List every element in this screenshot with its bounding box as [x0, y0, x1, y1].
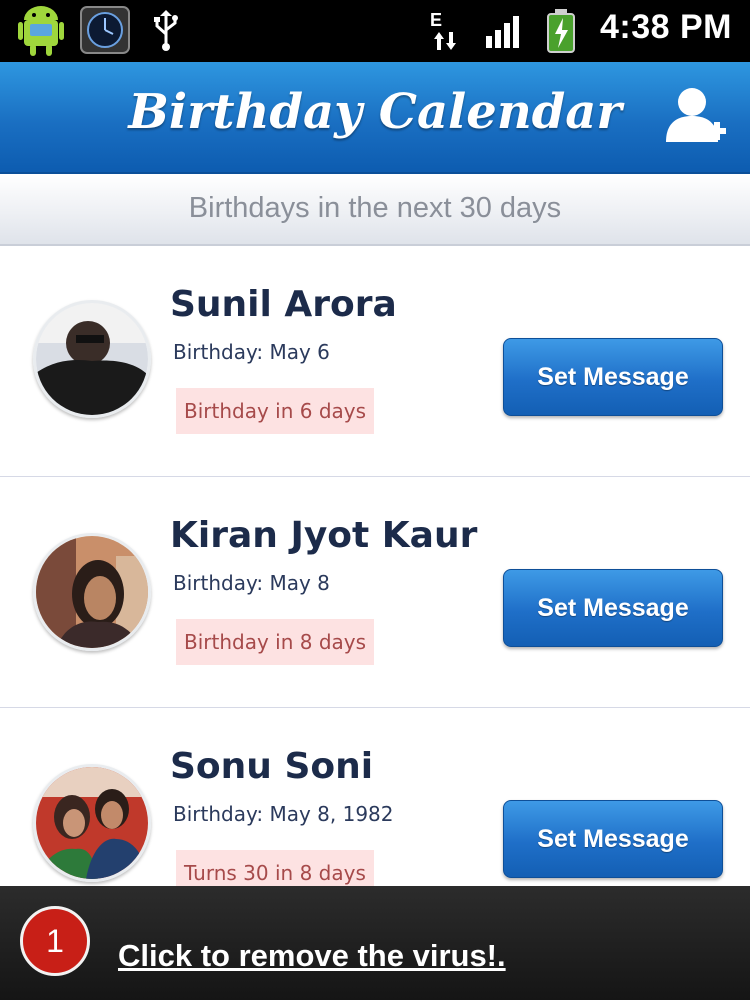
notification-count-badge: 1	[20, 906, 90, 976]
contact-name: Sonu Soni	[170, 746, 374, 787]
battery-icon	[547, 9, 575, 53]
clock-app-icon	[80, 6, 130, 54]
birthday-date: Birthday: May 6	[173, 340, 330, 364]
avatar	[33, 764, 151, 882]
app-bar: Birthday Calendar	[0, 62, 750, 174]
android-icon	[18, 6, 64, 56]
app-title: Birthday Calendar	[128, 84, 622, 140]
contact-name: Sunil Arora	[170, 284, 397, 325]
set-message-button[interactable]: Set Message	[503, 569, 723, 647]
signal-icon	[486, 16, 519, 48]
set-message-button[interactable]: Set Message	[503, 338, 723, 416]
notification-bar[interactable]: 1 Click to remove the virus!.	[0, 886, 750, 1000]
avatar	[33, 533, 151, 651]
status-bar: E 4:38 PM	[0, 0, 750, 62]
edge-data-icon: E	[424, 10, 460, 54]
contact-name: Kiran Jyot Kaur	[170, 515, 478, 556]
avatar	[33, 300, 151, 418]
remove-virus-link[interactable]: Click to remove the virus!.	[118, 940, 506, 971]
set-message-button[interactable]: Set Message	[503, 800, 723, 878]
network-type-label: E	[430, 10, 443, 30]
section-header-text: Birthdays in the next 30 days	[188, 192, 562, 224]
usb-icon	[154, 10, 178, 51]
birthday-list: Sunil Arora Birthday: May 6 Birthday in …	[0, 246, 750, 886]
birthday-date: Birthday: May 8	[173, 571, 330, 595]
birthday-date: Birthday: May 8, 1982	[173, 802, 394, 826]
add-contact-icon[interactable]	[664, 82, 728, 152]
days-until-badge: Birthday in 8 days	[176, 619, 375, 665]
list-item[interactable]: Sunil Arora Birthday: May 6 Birthday in …	[0, 246, 750, 478]
days-until-badge: Turns 30 in 8 days	[176, 850, 374, 886]
section-header: Birthdays in the next 30 days	[0, 174, 750, 246]
days-until-badge: Birthday in 6 days	[176, 388, 375, 434]
list-item[interactable]: Kiran Jyot Kaur Birthday: May 8 Birthday…	[0, 477, 750, 709]
list-item[interactable]: Sonu Soni Birthday: May 8, 1982 Turns 30…	[0, 708, 750, 886]
clock: 4:38 PM	[600, 8, 732, 46]
